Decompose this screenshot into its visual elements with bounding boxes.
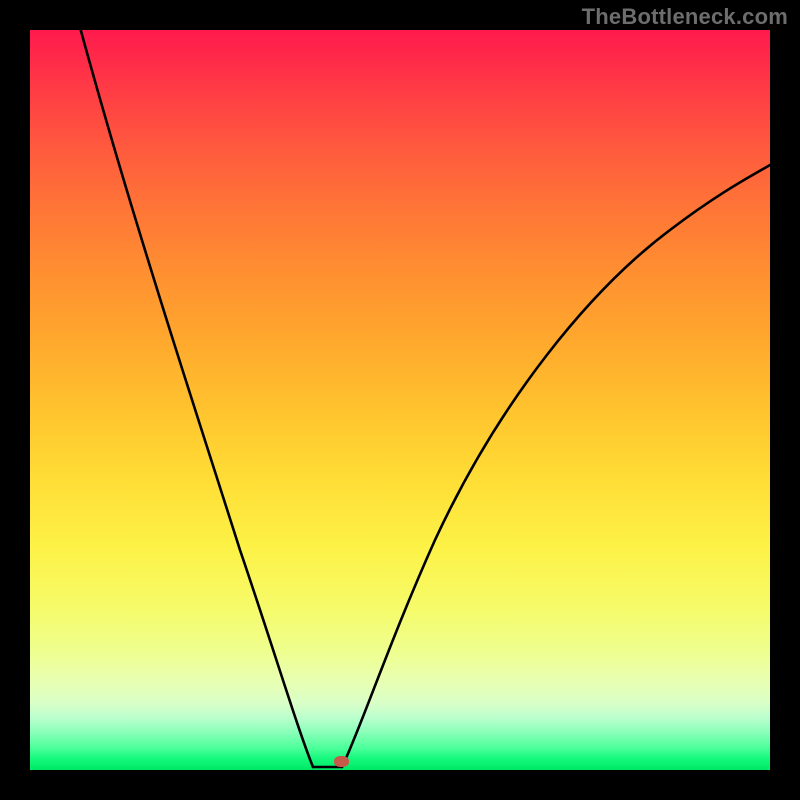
minimum-marker [334,756,349,767]
curve-left-branch [30,30,313,767]
watermark-text: TheBottleneck.com [582,4,788,30]
chart-frame: TheBottleneck.com [0,0,800,800]
curve-right-branch [342,165,770,767]
bottleneck-curve [30,30,770,770]
plot-area [30,30,770,770]
